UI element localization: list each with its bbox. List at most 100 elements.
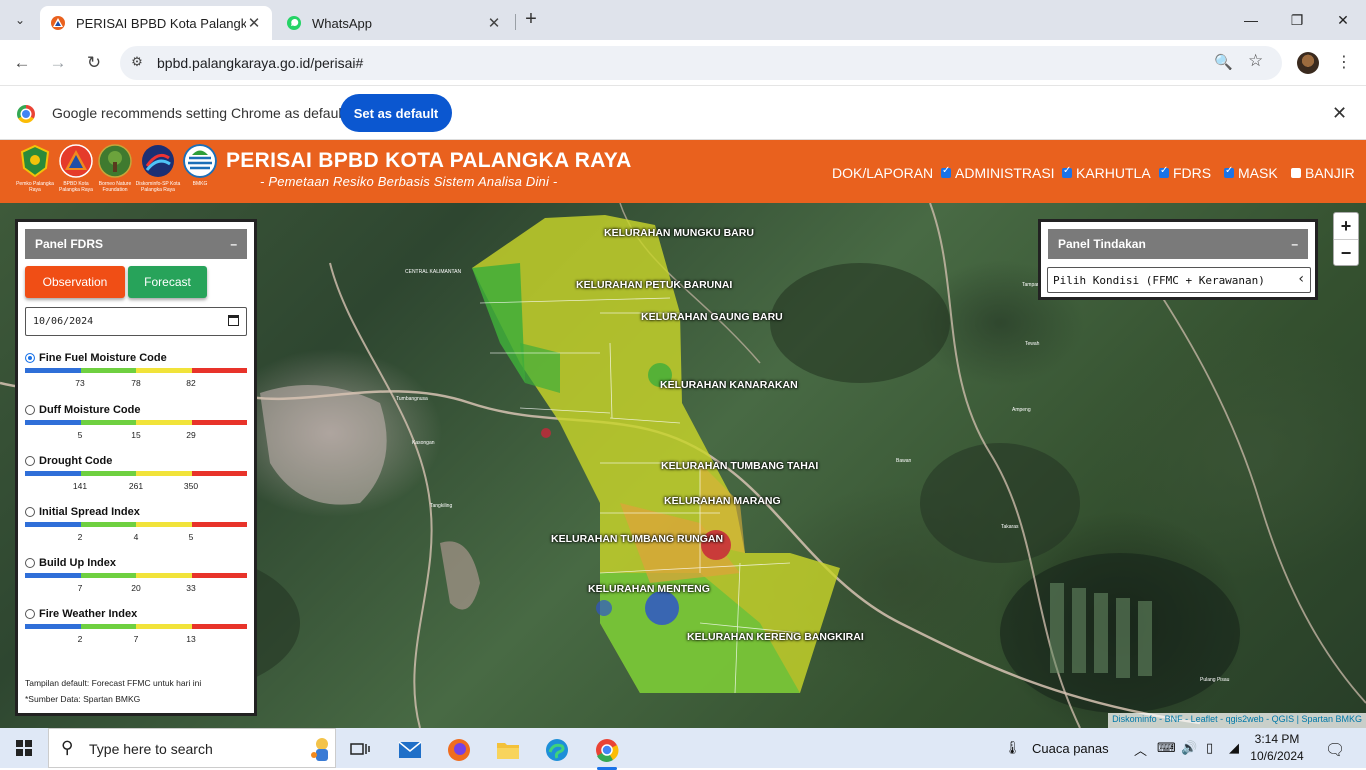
- index-fire-weather-index[interactable]: Fire Weather Index 2 7 13: [25, 608, 247, 659]
- nav-administrasi[interactable]: ADMINISTRASI: [941, 165, 1055, 181]
- radio-unselected[interactable]: [25, 507, 35, 517]
- address-bar[interactable]: ⚙ bpbd.palangkaraya.go.id/perisai# 🔍 ☆: [120, 46, 1282, 80]
- taskbar-search[interactable]: ⚲ Type here to search: [48, 728, 336, 768]
- tab-title: WhatsApp: [312, 15, 372, 31]
- zoom-in-button[interactable]: +: [1334, 213, 1358, 239]
- file-explorer-icon[interactable]: [488, 734, 528, 766]
- checkbox-unchecked[interactable]: [1291, 168, 1301, 178]
- task-view-icon[interactable]: [340, 734, 380, 766]
- volume-icon[interactable]: 🔊: [1181, 740, 1197, 756]
- tab-search-chevron-icon[interactable]: ⌄: [8, 8, 32, 32]
- tab-close-icon[interactable]: ✕: [486, 14, 502, 32]
- index-label: Drought Code: [39, 455, 113, 467]
- nav-label: BANJIR: [1305, 165, 1355, 181]
- place-label: Pulang Pisau: [1200, 677, 1230, 683]
- borneo-nature-logo-icon: [98, 144, 132, 178]
- nav-banjir[interactable]: BANJIR: [1291, 165, 1355, 181]
- menu-kebab-icon[interactable]: ⋮: [1336, 52, 1352, 72]
- close-window-icon[interactable]: ✕: [1320, 0, 1366, 40]
- tab-title: PERISAI BPBD Kota Palangka Ra: [76, 15, 246, 31]
- collapse-icon[interactable]: –: [1291, 237, 1298, 251]
- whatsapp-icon: [287, 16, 301, 30]
- tab-perisai[interactable]: PERISAI BPBD Kota Palangka Ra ✕: [40, 6, 272, 40]
- new-tab-button[interactable]: +: [520, 9, 542, 31]
- back-icon[interactable]: ←: [10, 51, 34, 75]
- weather-text[interactable]: Cuaca panas: [1032, 741, 1109, 756]
- chrome-taskbar-icon[interactable]: [587, 734, 627, 770]
- site-info-icon[interactable]: ⚙: [128, 54, 146, 72]
- battery-icon[interactable]: ▯: [1206, 740, 1213, 756]
- profile-avatar[interactable]: [1297, 52, 1319, 74]
- infobar-close-icon[interactable]: ✕: [1332, 103, 1347, 124]
- site-title: PERISAI BPBD KOTA PALANGKA RAYA: [226, 149, 632, 172]
- show-hidden-icons-chevron-icon[interactable]: ︿: [1134, 740, 1147, 759]
- chevron-left-icon: ‹: [1298, 271, 1304, 287]
- nav-dok-laporan[interactable]: DOK/LAPORAN: [832, 165, 933, 181]
- date-value: 10/06/2024: [33, 316, 94, 327]
- panel-fdrs: Panel FDRS – Observation Forecast 10/06/…: [15, 219, 257, 716]
- color-scale: [25, 573, 247, 578]
- firefox-icon[interactable]: [439, 734, 479, 766]
- index-drought-code[interactable]: Drought Code 141 261 350: [25, 455, 247, 506]
- pemko-logo-icon: [20, 144, 50, 178]
- index-label: Build Up Index: [39, 557, 116, 569]
- radio-unselected[interactable]: [25, 558, 35, 568]
- restore-icon[interactable]: ❐: [1274, 0, 1320, 40]
- panel-fdrs-header[interactable]: Panel FDRS –: [25, 229, 247, 259]
- network-icon[interactable]: ◢: [1229, 740, 1239, 756]
- kelurahan-label: KELURAHAN GAUNG BARU: [641, 311, 783, 323]
- notification-icon[interactable]: 🗨: [1325, 740, 1345, 760]
- calendar-icon[interactable]: [228, 315, 239, 326]
- set-default-button[interactable]: Set as default: [340, 94, 452, 132]
- radio-unselected[interactable]: [25, 609, 35, 619]
- kelurahan-label: KELURAHAN KERENG BANGKIRAI: [687, 631, 864, 643]
- forecast-button[interactable]: Forecast: [128, 266, 207, 298]
- index-duff-moisture-code[interactable]: Duff Moisture Code 5 15 29: [25, 404, 247, 455]
- checkbox-checked[interactable]: [1159, 165, 1169, 178]
- scale-tick: 2: [77, 532, 83, 542]
- index-initial-spread-index[interactable]: Initial Spread Index 2 4 5: [25, 506, 247, 557]
- place-label: Takaras: [1001, 524, 1019, 530]
- collapse-icon[interactable]: –: [230, 237, 237, 251]
- zoom-out-button[interactable]: −: [1334, 239, 1358, 265]
- tab-close-icon[interactable]: ✕: [246, 14, 262, 32]
- tab-strip: ⌄ PERISAI BPBD Kota Palangka Ra ✕ WhatsA…: [0, 0, 1366, 40]
- nav-karhutla[interactable]: KARHUTLA: [1062, 165, 1151, 181]
- zoom-icon[interactable]: 🔍: [1214, 53, 1233, 71]
- url-text[interactable]: bpbd.palangkaraya.go.id/perisai#: [157, 55, 363, 71]
- scale-tick: 20: [131, 583, 141, 593]
- nav-fdrs[interactable]: FDRS: [1159, 165, 1211, 181]
- forward-icon[interactable]: →: [46, 51, 70, 75]
- checkbox-checked[interactable]: [1224, 165, 1234, 178]
- index-fine-fuel-moisture-code[interactable]: Fine Fuel Moisture Code 73 78 82: [25, 352, 247, 403]
- weather-thermometer-icon[interactable]: 🌡: [1004, 740, 1021, 756]
- mail-icon[interactable]: [390, 734, 430, 766]
- language-icon[interactable]: ⌨: [1157, 740, 1176, 756]
- radio-selected[interactable]: [25, 353, 35, 363]
- nav-mask[interactable]: MASK: [1224, 165, 1278, 181]
- color-scale: [25, 522, 247, 527]
- condition-select[interactable]: Pilih Kondisi (FFMC + Kerawanan) ‹: [1047, 267, 1311, 293]
- scale-tick: 4: [133, 532, 139, 542]
- place-label: CENTRAL KALIMANTAN: [405, 269, 462, 275]
- observation-button[interactable]: Observation: [25, 266, 125, 298]
- tab-whatsapp[interactable]: WhatsApp ✕: [276, 6, 512, 40]
- checkbox-checked[interactable]: [941, 165, 951, 178]
- index-label: Fine Fuel Moisture Code: [39, 352, 167, 364]
- reload-icon[interactable]: ↻: [82, 51, 106, 75]
- panel-tindakan-header[interactable]: Panel Tindakan –: [1048, 229, 1308, 259]
- radio-unselected[interactable]: [25, 456, 35, 466]
- radio-unselected[interactable]: [25, 405, 35, 415]
- nav-label: KARHUTLA: [1076, 165, 1151, 181]
- scale-tick: 33: [186, 583, 196, 593]
- panel-tindakan: Panel Tindakan – Pilih Kondisi (FFMC + K…: [1038, 219, 1318, 300]
- windows-start-icon[interactable]: [16, 740, 32, 756]
- edge-icon[interactable]: [537, 734, 577, 766]
- date-input[interactable]: 10/06/2024: [25, 307, 247, 336]
- map-attribution[interactable]: Diskominfo - BNF - Leaflet - qgis2web - …: [1108, 713, 1366, 728]
- checkbox-checked[interactable]: [1062, 165, 1072, 178]
- bookmark-star-icon[interactable]: ☆: [1248, 51, 1263, 71]
- minimize-icon[interactable]: —: [1228, 0, 1274, 40]
- index-build-up-index[interactable]: Build Up Index 7 20 33: [25, 557, 247, 608]
- clock[interactable]: 3:14 PM 10/6/2024: [1248, 731, 1306, 765]
